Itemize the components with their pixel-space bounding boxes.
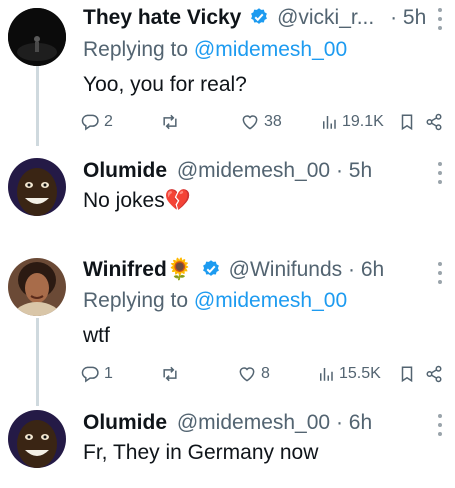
like-count: 38	[264, 113, 282, 130]
verified-badge-icon	[201, 259, 221, 279]
timestamp[interactable]: · 6h	[348, 258, 384, 281]
retweet-button[interactable]	[160, 363, 184, 385]
replying-prefix: Replying to	[83, 38, 189, 61]
display-name[interactable]: Olumide	[83, 411, 167, 434]
more-icon[interactable]	[437, 162, 443, 184]
share-icon	[426, 365, 442, 383]
replying-prefix: Replying to	[83, 289, 189, 312]
avatar-image	[8, 258, 66, 316]
tweet-text: wtf	[83, 324, 110, 347]
like-icon	[239, 367, 255, 382]
tweet[interactable]: Olumide @midemesh_00 · 6h Fr, They in Ge…	[0, 400, 455, 488]
more-icon[interactable]	[437, 414, 443, 436]
tweet-text: Yoo, you for real?	[83, 73, 247, 96]
timestamp[interactable]: · 6h	[336, 411, 372, 434]
views-button[interactable]: 19.1K	[320, 111, 384, 133]
views-count: 19.1K	[342, 113, 384, 130]
bookmark-button[interactable]	[398, 111, 416, 133]
retweet-icon	[163, 114, 177, 130]
tweet[interactable]: They hate Vicky @vicki_r... · 5h Replyin…	[0, 0, 455, 150]
views-count: 15.5K	[339, 365, 381, 382]
tweet[interactable]: Olumide @midemesh_00 · 5h No jokes💔	[0, 150, 455, 240]
avatar-image	[8, 410, 66, 468]
bookmark-button[interactable]	[398, 363, 416, 385]
handle[interactable]: @midemesh_00	[177, 159, 330, 182]
avatar[interactable]	[8, 258, 66, 316]
views-button[interactable]: 15.5K	[317, 363, 381, 385]
more-icon[interactable]	[437, 8, 443, 30]
display-name[interactable]: Olumide	[83, 159, 167, 182]
bookmark-icon	[401, 114, 413, 131]
like-icon	[242, 115, 258, 130]
views-icon	[323, 116, 336, 129]
bookmark-icon	[401, 366, 413, 383]
share-icon	[426, 113, 442, 131]
like-button[interactable]: 8	[237, 363, 270, 385]
handle[interactable]: @midemesh_00	[177, 411, 330, 434]
timestamp[interactable]: · 5h	[390, 6, 425, 29]
avatar[interactable]	[8, 8, 66, 66]
timestamp[interactable]: · 5h	[336, 159, 372, 182]
replying-to: Replying to @midemesh_00	[83, 288, 347, 314]
reply-count: 2	[104, 113, 113, 130]
display-name[interactable]: Winifred🌻	[83, 258, 193, 281]
mention-link[interactable]: @midemesh_00	[194, 38, 347, 61]
share-button[interactable]	[425, 363, 443, 385]
avatar-image	[8, 158, 66, 216]
like-count: 8	[261, 365, 270, 382]
reply-button[interactable]: 1	[80, 363, 113, 385]
avatar[interactable]	[8, 158, 66, 216]
replying-to: Replying to @midemesh_00	[83, 37, 347, 63]
more-icon[interactable]	[437, 262, 443, 284]
retweet-button[interactable]	[160, 111, 184, 133]
tweet[interactable]: Winifred🌻 @Winifunds · 6h Replying to @m…	[0, 252, 455, 392]
reply-count: 1	[104, 365, 113, 382]
avatar[interactable]	[8, 410, 66, 468]
tweet-actions: 2 38 19.1K	[80, 111, 445, 133]
avatar-image	[8, 8, 66, 66]
retweet-icon	[163, 366, 177, 382]
reply-icon	[81, 114, 99, 131]
views-icon	[320, 368, 333, 381]
handle[interactable]: @vicki_r...	[277, 6, 374, 29]
tweet-actions: 1 8 15.5K	[80, 363, 445, 385]
reply-button[interactable]: 2	[80, 111, 113, 133]
reply-icon	[81, 366, 99, 383]
verified-badge-icon	[249, 7, 269, 27]
like-button[interactable]: 38	[240, 111, 282, 133]
mention-link[interactable]: @midemesh_00	[194, 289, 347, 312]
tweet-text: Fr, They in Germany now	[83, 441, 319, 464]
share-button[interactable]	[425, 111, 443, 133]
display-name[interactable]: They hate Vicky	[83, 6, 241, 29]
tweet-text: No jokes💔	[83, 189, 191, 212]
handle[interactable]: @Winifunds	[229, 258, 343, 281]
